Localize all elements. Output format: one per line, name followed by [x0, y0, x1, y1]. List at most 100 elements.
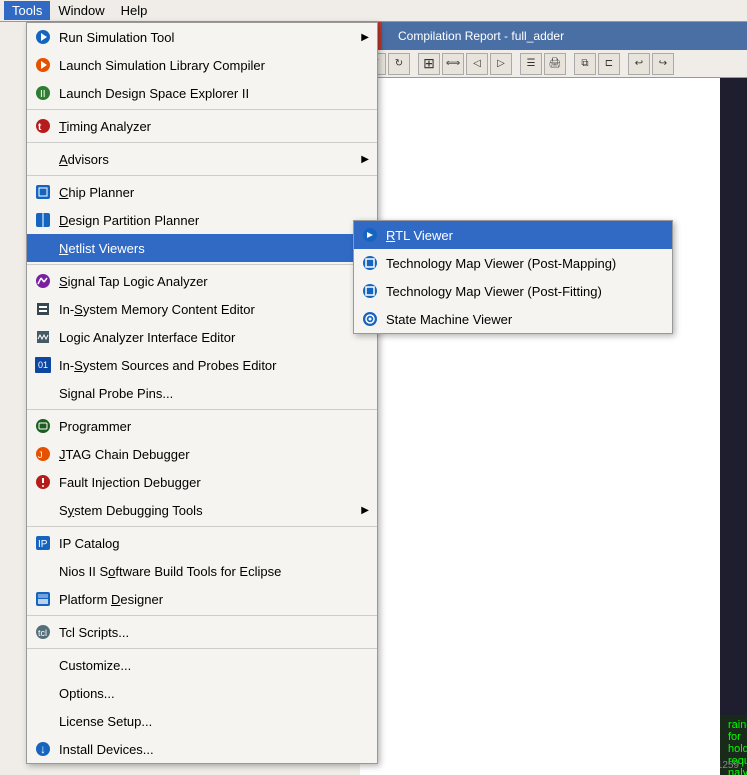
menu-item-nios[interactable]: Nios II Software Build Tools for Eclipse: [27, 557, 377, 585]
sep2: [27, 142, 377, 143]
insys-sources-label: In-System Sources and Probes Editor: [59, 358, 369, 373]
advisors-icon: [33, 149, 53, 169]
toolbar-btn-12[interactable]: ↪: [652, 53, 674, 75]
launch-dse-icon: II: [33, 83, 53, 103]
menu-item-design-partition[interactable]: Design Partition Planner: [27, 206, 377, 234]
menu-item-jtag[interactable]: J JTAG Chain Debugger: [27, 440, 377, 468]
svg-text:tcl: tcl: [38, 628, 47, 638]
sep7: [27, 615, 377, 616]
customize-label: Customize...: [59, 658, 369, 673]
submenu-item-techmap-fit[interactable]: Technology Map Viewer (Post-Fitting): [354, 277, 672, 305]
menu-item-license[interactable]: License Setup...: [27, 707, 377, 735]
menu-item-customize[interactable]: Customize...: [27, 651, 377, 679]
toolbar-btn-10[interactable]: ⊏: [598, 53, 620, 75]
menu-item-netlist[interactable]: Netlist Viewers ▶: [27, 234, 377, 262]
menu-item-launch-dse[interactable]: II Launch Design Space Explorer II: [27, 79, 377, 107]
menu-item-platform[interactable]: Platform Designer: [27, 585, 377, 613]
sys-debug-icon: [33, 500, 53, 520]
advisors-arrow: ▶: [361, 154, 369, 165]
menu-bar: Tools Window Help: [0, 0, 747, 22]
menu-item-chip[interactable]: Chip Planner: [27, 178, 377, 206]
menu-item-programmer[interactable]: Programmer: [27, 412, 377, 440]
menu-item-options[interactable]: Options...: [27, 679, 377, 707]
insys-icon-shape: 01: [35, 357, 51, 373]
toolbar-btn-7[interactable]: ☰: [520, 53, 542, 75]
toolbar-btn-5[interactable]: ◁: [466, 53, 488, 75]
svg-text:↓: ↓: [40, 742, 46, 756]
menu-item-timing[interactable]: t Timing Analyzer: [27, 112, 377, 140]
tools-dropdown-menu: Run Simulation Tool ▶ Launch Simulation …: [26, 22, 378, 764]
menu-item-insys-sources[interactable]: 01 In-System Sources and Probes Editor: [27, 351, 377, 379]
svg-text:IP: IP: [38, 539, 48, 550]
logic-analyzer-icon: [33, 327, 53, 347]
menu-tools[interactable]: Tools: [4, 1, 50, 20]
toolbar-btn-3[interactable]: ⊞: [418, 53, 440, 75]
toolbar-btn-4[interactable]: ⟺: [442, 53, 464, 75]
menu-item-sys-debug[interactable]: System Debugging Tools ▶: [27, 496, 377, 524]
signal-probe-icon: [33, 383, 53, 403]
sys-debug-arrow: ▶: [361, 505, 369, 516]
insys-sources-icon: 01: [33, 355, 53, 375]
timing-label: Timing Analyzer: [59, 119, 369, 134]
platform-icon: [33, 589, 53, 609]
sep4: [27, 264, 377, 265]
fault-icon: [33, 472, 53, 492]
state-label: State Machine Viewer: [386, 312, 664, 327]
launch-dse-label: Launch Design Space Explorer II: [59, 86, 369, 101]
netlist-icon: [33, 238, 53, 258]
run-sim-arrow: ▶: [361, 32, 369, 43]
toolbar-btn-6[interactable]: ▷: [490, 53, 512, 75]
run-sim-icon: [33, 27, 53, 47]
sep3: [27, 175, 377, 176]
watermark: CSDN @qq_1482581259: [720, 749, 739, 771]
menu-item-sigtap[interactable]: Signal Tap Logic Analyzer: [27, 267, 377, 295]
rtl-icon: [360, 225, 380, 245]
sep1: [27, 109, 377, 110]
platform-label: Platform Designer: [59, 592, 369, 607]
toolbar-btn-2[interactable]: ↻: [388, 53, 410, 75]
jtag-icon: J: [33, 444, 53, 464]
menu-item-memory[interactable]: In-System Memory Content Editor: [27, 295, 377, 323]
techmap-fit-label: Technology Map Viewer (Post-Fitting): [386, 284, 664, 299]
techmap-fit-icon: [360, 281, 380, 301]
menu-item-ip[interactable]: IP IP Catalog: [27, 529, 377, 557]
rtl-label: RTL Viewer: [386, 228, 664, 243]
advisors-label: Advisors: [59, 152, 361, 167]
menu-item-run-sim[interactable]: Run Simulation Tool ▶: [27, 23, 377, 51]
submenu-item-techmap-post[interactable]: Technology Map Viewer (Post-Mapping): [354, 249, 672, 277]
sep5: [27, 409, 377, 410]
menu-item-fault[interactable]: Fault Injection Debugger: [27, 468, 377, 496]
nios-icon: [33, 561, 53, 581]
install-label: Install Devices...: [59, 742, 369, 757]
programmer-icon: [33, 416, 53, 436]
svg-text:J: J: [38, 450, 43, 460]
schematic-area: AND2 XOR: [720, 78, 747, 715]
launch-sim-label: Launch Simulation Library Compiler: [59, 58, 369, 73]
ip-icon: IP: [33, 533, 53, 553]
status-bar: rained for hold requirements nalyzer was…: [720, 715, 747, 775]
toolbar-btn-9[interactable]: ⧉: [574, 53, 596, 75]
menu-item-advisors[interactable]: Advisors ▶: [27, 145, 377, 173]
menu-item-launch-sim[interactable]: Launch Simulation Library Compiler: [27, 51, 377, 79]
sep8: [27, 648, 377, 649]
sep6: [27, 526, 377, 527]
menu-item-logic-analyzer[interactable]: Logic Analyzer Interface Editor: [27, 323, 377, 351]
submenu-item-rtl[interactable]: RTL Viewer: [354, 221, 672, 249]
memory-icon: [33, 299, 53, 319]
netlist-label: Netlist Viewers: [59, 241, 361, 256]
customize-icon: [33, 655, 53, 675]
toolbar-btn-11[interactable]: ↩: [628, 53, 650, 75]
schematic-content: AND2 XOR: [720, 78, 747, 715]
compilation-report: ✕ Compilation Report - full_adder ↺ ↻ ⊞ …: [360, 22, 747, 775]
menu-item-install[interactable]: ↓ Install Devices...: [27, 735, 377, 763]
toolbar-btn-8[interactable]: 🖨: [544, 53, 566, 75]
menu-item-tcl[interactable]: tcl Tcl Scripts...: [27, 618, 377, 646]
menu-item-signal-probe[interactable]: Signal Probe Pins...: [27, 379, 377, 407]
submenu-item-state[interactable]: State Machine Viewer: [354, 305, 672, 333]
run-sim-label: Run Simulation Tool: [59, 30, 361, 45]
menu-help[interactable]: Help: [113, 1, 156, 20]
install-icon: ↓: [33, 739, 53, 759]
menu-window[interactable]: Window: [50, 1, 112, 20]
tcl-icon: tcl: [33, 622, 53, 642]
fault-label: Fault Injection Debugger: [59, 475, 369, 490]
